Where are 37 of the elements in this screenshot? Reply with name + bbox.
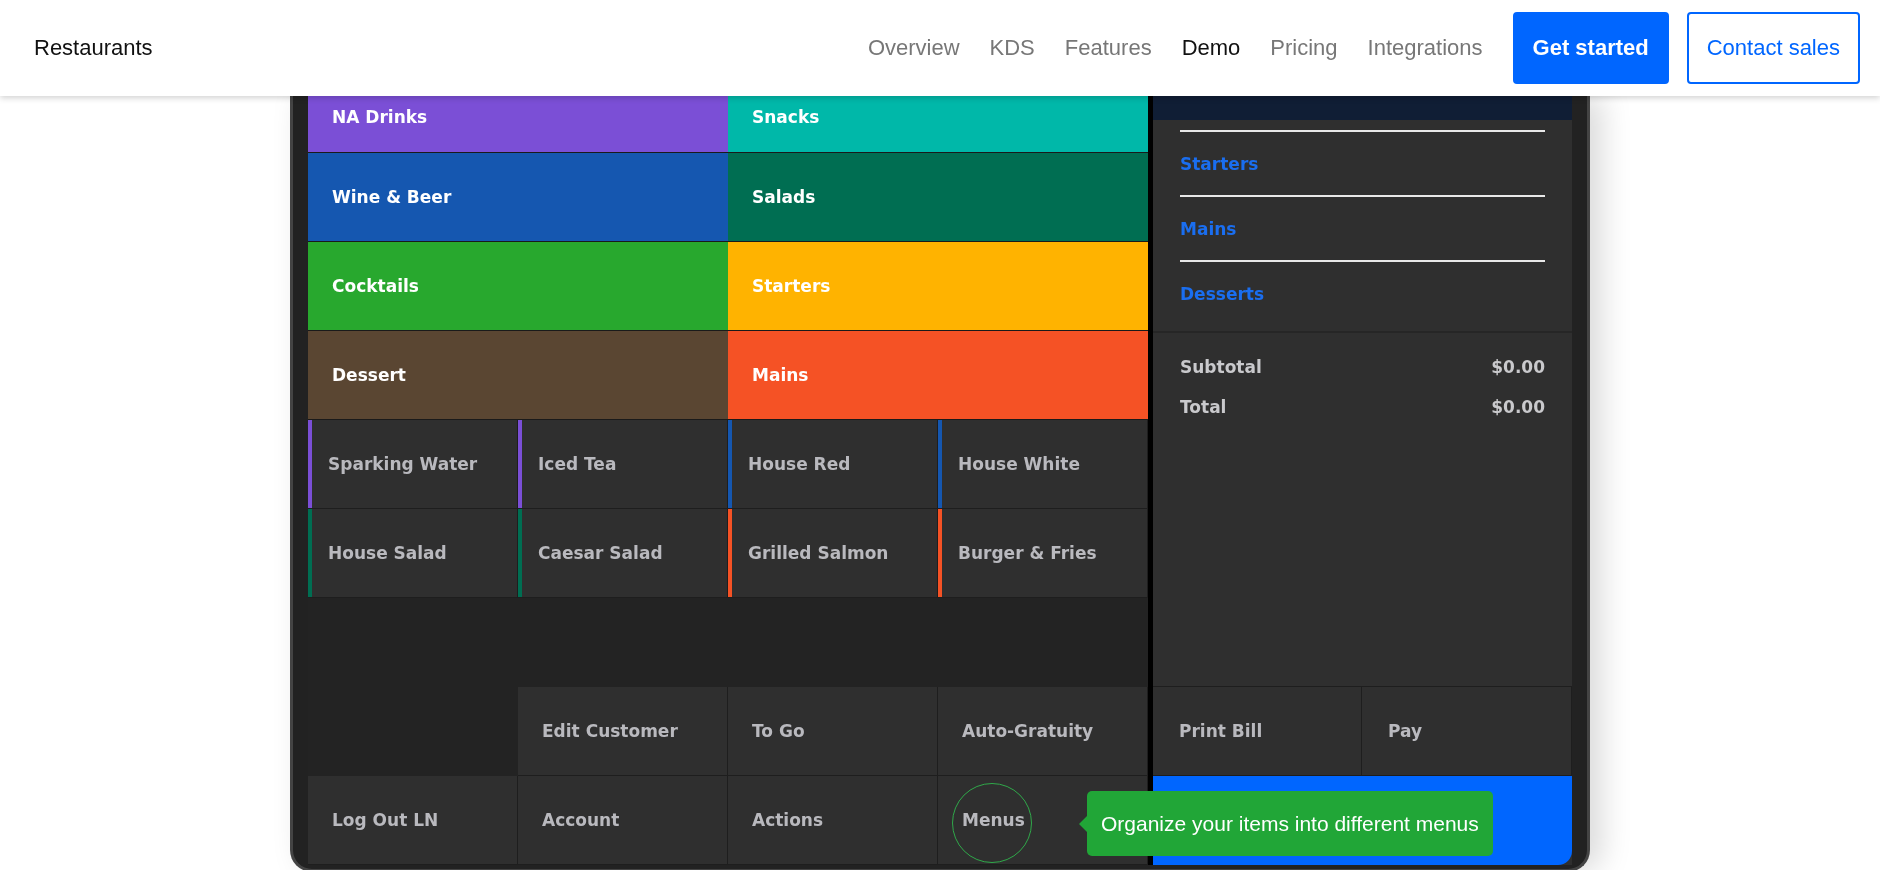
nav-link[interactable]: KDS	[989, 35, 1035, 61]
category-tile[interactable]: NA Drinks	[308, 96, 728, 153]
total-label: Total	[1180, 397, 1227, 417]
brand-name[interactable]: Restaurants	[34, 35, 153, 61]
action-button[interactable]: To Go	[728, 687, 938, 776]
nav-link[interactable]: Pricing	[1270, 35, 1338, 61]
category-tile[interactable]: Mains	[728, 331, 1148, 420]
action-button[interactable]: Auto-Gratuity	[938, 687, 1148, 776]
tooltip: Organize your items into different menus	[1087, 791, 1493, 856]
menu-item-button[interactable]: Iced Tea	[518, 420, 728, 509]
menu-item-button[interactable]: House Red	[728, 420, 938, 509]
get-started-button[interactable]: Get started	[1512, 12, 1669, 84]
action-button[interactable]: Log Out LN	[308, 776, 518, 865]
order-button[interactable]: Print Bill	[1153, 687, 1362, 776]
action-button[interactable]: Edit Customer	[518, 687, 728, 776]
category-tile[interactable]: Dessert	[308, 331, 728, 420]
order-button[interactable]: Pay	[1362, 687, 1572, 776]
menu-item-button[interactable]: Burger & Fries	[938, 509, 1148, 598]
menu-item-button[interactable]: House White	[938, 420, 1148, 509]
menu-item-button[interactable]: House Salad	[308, 509, 518, 598]
menu-item-button[interactable]: Sparking Water	[308, 420, 518, 509]
tooltip-arrow-icon	[1079, 815, 1087, 832]
nav-link[interactable]: Integrations	[1367, 35, 1483, 61]
menu-item-button[interactable]: Grilled Salmon	[728, 509, 938, 598]
total-value: $0.00	[1491, 397, 1545, 417]
menu-item-button[interactable]: Caesar Salad	[518, 509, 728, 598]
category-tile[interactable]: Salads	[728, 153, 1148, 242]
category-tile[interactable]: Wine & Beer	[308, 153, 728, 242]
contact-sales-button[interactable]: Contact sales	[1686, 12, 1860, 84]
total-value: $0.00	[1491, 357, 1545, 377]
menu-header[interactable]	[1153, 96, 1572, 120]
total-label: Subtotal	[1180, 357, 1262, 377]
nav-link[interactable]: Features	[1064, 35, 1152, 61]
nav-link[interactable]: Overview	[867, 35, 960, 61]
action-button[interactable]: Account	[518, 776, 728, 865]
action-button[interactable]: Actions	[728, 776, 938, 865]
nav-link[interactable]: Demo	[1181, 35, 1241, 61]
